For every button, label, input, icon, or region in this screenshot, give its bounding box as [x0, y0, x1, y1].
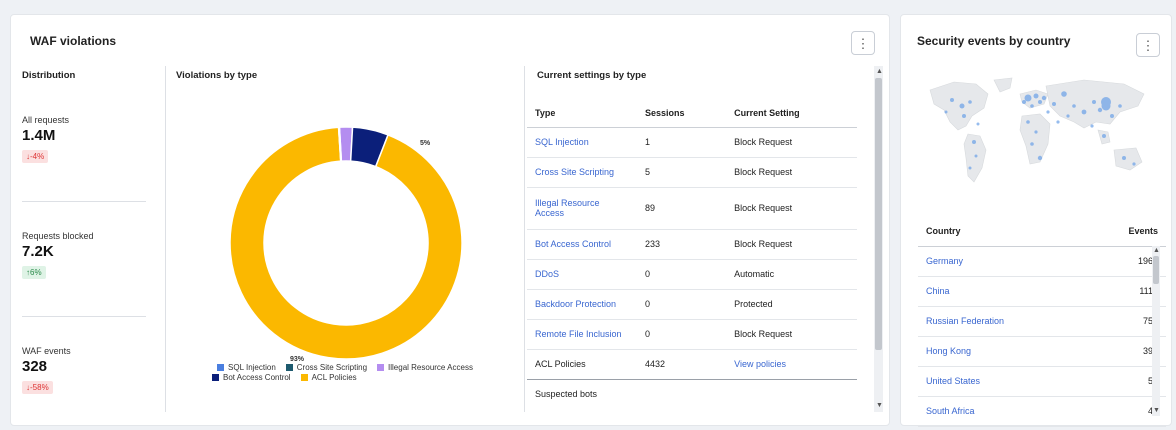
view-policies-link[interactable]: View policies	[726, 349, 857, 380]
donut-slice-acl-policies[interactable]	[229, 126, 463, 360]
sessions-cell: 4432	[637, 349, 727, 380]
setting-cell: Block Request	[726, 127, 857, 158]
table-row: Suspected bots	[527, 379, 857, 409]
distribution-title: Distribution	[22, 70, 76, 81]
legend-item-bot-access-control: Bot Access Control	[212, 373, 291, 382]
table-row: Illegal Resource Access 89 Block Request	[527, 187, 857, 230]
column-divider	[524, 66, 525, 412]
country-link[interactable]: Hong Kong	[918, 336, 1086, 367]
stat-label-all-requests: All requests	[22, 115, 70, 125]
legend-item-acl-policies: ACL Policies	[300, 373, 357, 382]
sessions-cell: 5	[637, 157, 727, 188]
settings-table: Type Sessions Current Setting SQL Inject…	[527, 99, 857, 409]
legend-item-sql-injection: SQL Injection	[217, 363, 276, 372]
country-link[interactable]: United States	[918, 366, 1086, 397]
geo-card-title: Security events by country	[917, 34, 1071, 48]
geo-kebab-menu-button[interactable]: ⋮	[1136, 33, 1160, 57]
country-events-table: Country Events Germany 1964 China 1112 Rus…	[918, 216, 1166, 427]
table-row: Germany 1964	[918, 246, 1166, 277]
chart-legend: SQL Injection Cross Site Scripting Illeg…	[200, 362, 490, 382]
type-link[interactable]: SQL Injection	[527, 127, 637, 158]
table-row: China 1112	[918, 276, 1166, 307]
column-header-sessions: Sessions	[637, 99, 727, 128]
table-row: Cross Site Scripting 5 Block Request	[527, 157, 857, 188]
table-row: United States51	[918, 366, 1166, 397]
table-header-row: Type Sessions Current Setting	[527, 99, 857, 128]
type-link[interactable]: Bot Access Control	[527, 229, 637, 260]
column-divider	[165, 66, 166, 412]
world-map-icon[interactable]	[924, 72, 1156, 194]
table-row: Russian Federation 754	[918, 306, 1166, 337]
scroll-down-arrow-icon[interactable]: ▼	[1153, 407, 1160, 414]
sessions-cell: 0	[637, 259, 727, 290]
divider	[22, 316, 146, 317]
stat-label-waf-events: WAF events	[22, 346, 71, 356]
waf-kebab-menu-button[interactable]: ⋮	[851, 31, 875, 55]
table-row: Bot Access Control 233 Block Request	[527, 229, 857, 260]
type-link[interactable]: Cross Site Scripting	[527, 157, 637, 188]
sessions-cell: 89	[637, 187, 727, 230]
stat-change-badge: ↓-58%	[22, 381, 53, 394]
kebab-icon: ⋮	[856, 35, 870, 51]
sessions-cell: 1	[637, 127, 727, 158]
country-link[interactable]: Germany	[918, 246, 1086, 277]
scroll-up-arrow-icon[interactable]: ▲	[1153, 247, 1160, 254]
country-link[interactable]: China	[918, 276, 1086, 307]
type-cell: Suspected bots	[535, 389, 598, 400]
setting-cell: Block Request	[726, 157, 857, 188]
type-link[interactable]: Backdoor Protection	[527, 289, 637, 320]
column-header-current-setting: Current Setting	[726, 99, 857, 128]
country-link[interactable]: South Africa	[918, 396, 1086, 427]
sessions-cell: 0	[637, 289, 727, 320]
table-row: Hong Kong 399	[918, 336, 1166, 367]
table-row: SQL Injection 1 Block Request	[527, 127, 857, 158]
data-label-bot-access-control: 5%	[420, 140, 431, 147]
type-link[interactable]: DDoS	[527, 259, 637, 290]
stat-change-badge: ↓-4%	[22, 150, 49, 163]
waf-card-title: WAF violations	[30, 34, 117, 48]
sessions-cell	[637, 379, 726, 409]
legend-item-illegal-resource-access: Illegal Resource Access	[377, 363, 473, 372]
table-row: ACL Policies 4432 View policies	[527, 349, 857, 380]
kebab-icon: ⋮	[1141, 37, 1155, 53]
settings-scrollbar-thumb[interactable]	[875, 78, 882, 350]
setting-cell: Protected	[726, 289, 857, 320]
violations-by-type-title: Violations by type	[176, 70, 258, 81]
setting-cell	[726, 379, 857, 409]
table-row: DDoS 0 Automatic	[527, 259, 857, 290]
legend-item-cross-site-scripting: Cross Site Scripting	[285, 363, 367, 372]
setting-cell: Block Request	[726, 187, 857, 230]
table-row: South Africa42	[918, 396, 1166, 427]
stat-value-waf-events: 328	[22, 358, 48, 375]
scroll-up-arrow-icon[interactable]: ▲	[876, 68, 883, 75]
divider	[22, 201, 146, 202]
stat-value-all-requests: 1.4M	[22, 127, 56, 144]
type-cell: ACL Policies	[527, 349, 637, 380]
stat-value-requests-blocked: 7.2K	[22, 243, 54, 260]
current-settings-title: Current settings by type	[537, 70, 647, 81]
type-link[interactable]: Illegal Resource Access	[527, 187, 637, 230]
table-row: Backdoor Protection 0 Protected	[527, 289, 857, 320]
table-header-row: Country Events	[918, 216, 1166, 247]
scroll-down-arrow-icon[interactable]: ▼	[876, 402, 883, 409]
column-header-type: Type	[527, 99, 637, 128]
setting-cell: Block Request	[726, 229, 857, 260]
column-header-country: Country	[918, 216, 1086, 247]
setting-cell: Block Request	[726, 319, 857, 350]
sessions-cell: 0	[637, 319, 727, 350]
table-row: Remote File Inclusion 0 Block Request	[527, 319, 857, 350]
type-link[interactable]: Remote File Inclusion	[527, 319, 637, 350]
stat-change-badge: ↑6%	[22, 266, 46, 279]
setting-cell: Automatic	[726, 259, 857, 290]
country-scrollbar-thumb[interactable]	[1153, 256, 1159, 284]
column-header-events: Events	[1085, 216, 1166, 247]
country-link[interactable]: Russian Federation	[918, 306, 1086, 337]
sessions-cell: 233	[637, 229, 727, 260]
violations-donut-chart	[229, 126, 463, 360]
stat-label-requests-blocked: Requests blocked	[22, 231, 94, 241]
